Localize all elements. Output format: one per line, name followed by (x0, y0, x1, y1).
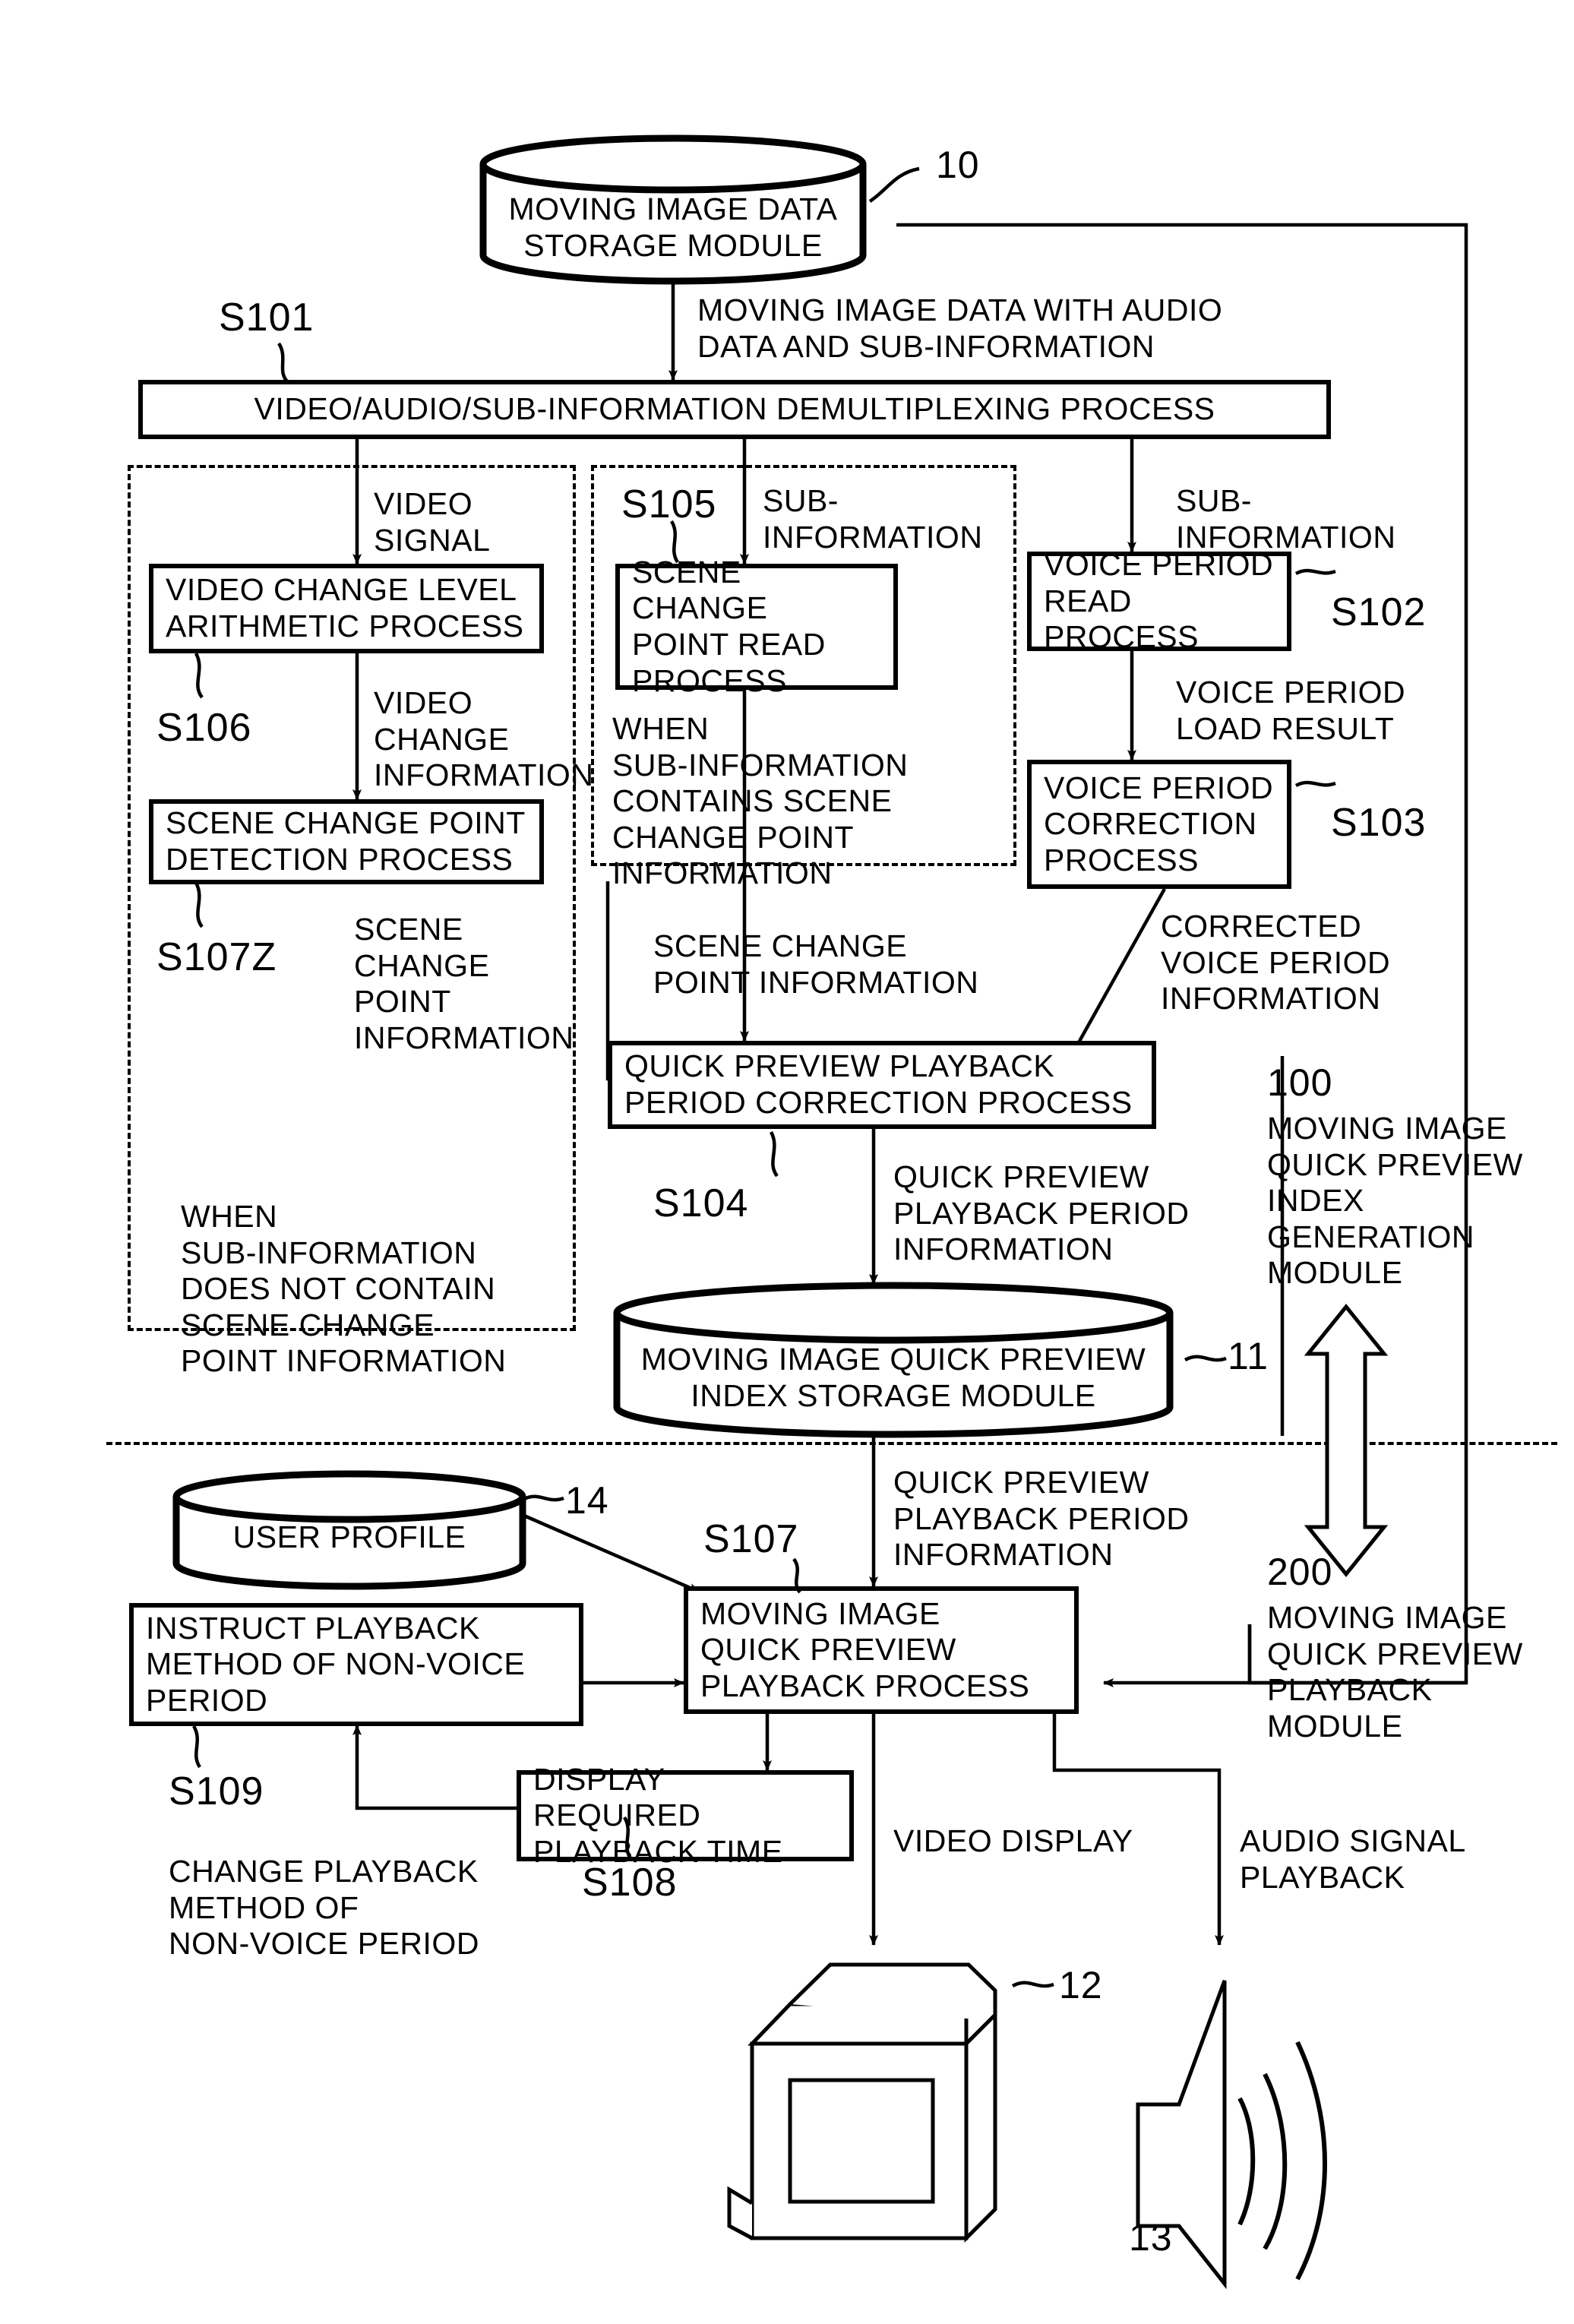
patent-figure: MOVING IMAGE DATA STORAGE MODULE 10 MOVI… (0, 0, 1574, 2324)
step-label-s106: S106 (156, 706, 252, 750)
process-box-scene-change-read[interactable]: SCENE CHANGE POINT READ PROCESS (615, 555, 898, 698)
ref-number-11: 11 (1228, 1335, 1269, 1377)
edge-label-moving-image-data: MOVING IMAGE DATA WITH AUDIO DATA AND SU… (697, 292, 1223, 364)
process-box-scene-change-detection[interactable]: SCENE CHANGE POINT DETECTION PROCESS (149, 799, 544, 884)
edge-label-audio-signal-playback: AUDIO SIGNAL PLAYBACK (1240, 1823, 1466, 1895)
edge-label-voice-period-load-result: VOICE PERIOD LOAD RESULT (1176, 675, 1406, 746)
process-box-demultiplexing-label: VIDEO/AUDIO/SUB-INFORMATION DEMULTIPLEXI… (254, 391, 1215, 427)
speaker-waves-icon (1237, 2041, 1327, 2281)
process-box-voice-period-read-label: VOICE PERIOD READ PROCESS (1044, 547, 1274, 655)
step-label-s103: S103 (1331, 801, 1427, 845)
process-box-display-required-time-label: DISPLAY REQUIRED PLAYBACK TIME (533, 1761, 783, 1869)
process-box-quick-preview-period-correction[interactable]: QUICK PREVIEW PLAYBACK PERIOD CORRECTION… (608, 1041, 1156, 1129)
edge-label-scene-change-point-info-left: SCENE CHANGE POINT INFORMATION (354, 912, 574, 1055)
edge-label-sub-information-mid: SUB- INFORMATION (763, 483, 983, 555)
edge-label-video-signal: VIDEO SIGNAL (374, 486, 491, 558)
process-box-voice-period-correction-label: VOICE PERIOD CORRECTION PROCESS (1044, 770, 1274, 877)
process-box-instruct-playback-method-label: INSTRUCT PLAYBACK METHOD OF NON-VOICE PE… (146, 1610, 526, 1718)
ref-number-13: 13 (1129, 2216, 1173, 2259)
ref-number-14: 14 (565, 1479, 609, 1522)
process-box-video-change-level[interactable]: VIDEO CHANGE LEVEL ARITHMETIC PROCESS (149, 564, 544, 653)
process-box-demultiplexing[interactable]: VIDEO/AUDIO/SUB-INFORMATION DEMULTIPLEXI… (138, 380, 1331, 439)
note-has-scene-change-info: WHEN SUB-INFORMATION CONTAINS SCENE CHAN… (612, 711, 909, 891)
note-no-scene-change-info: WHEN SUB-INFORMATION DOES NOT CONTAIN SC… (181, 1199, 507, 1379)
process-box-voice-period-read[interactable]: VOICE PERIOD READ PROCESS (1027, 547, 1291, 654)
process-box-quick-preview-playback[interactable]: MOVING IMAGE QUICK PREVIEW PLAYBACK PROC… (684, 1586, 1079, 1714)
storage-module-10-label: MOVING IMAGE DATA STORAGE MODULE (508, 191, 838, 263)
step-label-s109: S109 (169, 1769, 264, 1813)
edge-label-qpp-info-top: QUICK PREVIEW PLAYBACK PERIOD INFORMATIO… (893, 1159, 1190, 1267)
module-200-label: MOVING IMAGE QUICK PREVIEW PLAYBACK MODU… (1267, 1600, 1523, 1744)
storage-module-14-label: USER PROFILE (232, 1519, 466, 1554)
ref-number-12: 12 (1059, 1964, 1103, 2006)
storage-module-14: USER PROFILE (172, 1470, 527, 1590)
process-box-display-required-time[interactable]: DISPLAY REQUIRED PLAYBACK TIME (517, 1762, 854, 1869)
edge-label-video-display: VIDEO DISPLAY (893, 1823, 1133, 1858)
process-box-instruct-playback-method[interactable]: INSTRUCT PLAYBACK METHOD OF NON-VOICE PE… (129, 1603, 583, 1726)
step-label-s107: S107 (703, 1517, 799, 1561)
step-label-s101: S101 (219, 296, 314, 340)
process-box-quick-preview-period-correction-label: QUICK PREVIEW PLAYBACK PERIOD CORRECTION… (624, 1048, 1133, 1120)
module-divider (106, 1442, 1557, 1445)
monitor-display-icon (727, 1962, 997, 2243)
ref-number-10: 10 (936, 144, 980, 186)
storage-module-11-label: MOVING IMAGE QUICK PREVIEW INDEX STORAGE… (640, 1342, 1146, 1413)
edge-label-corrected-voice-period-info: CORRECTED VOICE PERIOD INFORMATION (1161, 909, 1391, 1017)
module-100-ref: 100 (1267, 1061, 1333, 1104)
storage-module-10: MOVING IMAGE DATA STORAGE MODULE (479, 134, 868, 285)
storage-module-11: MOVING IMAGE QUICK PREVIEW INDEX STORAGE… (612, 1282, 1174, 1438)
process-box-scene-change-detection-label: SCENE CHANGE POINT DETECTION PROCESS (166, 805, 526, 877)
step-label-s105: S105 (621, 482, 717, 526)
step-label-s107z: S107Z (156, 935, 277, 979)
step-label-s104: S104 (653, 1181, 749, 1225)
edge-label-sub-information-right: SUB- INFORMATION (1176, 483, 1396, 555)
module-100-label: MOVING IMAGE QUICK PREVIEW INDEX GENERAT… (1267, 1111, 1523, 1291)
module-link-double-arrow (1304, 1304, 1389, 1577)
process-box-voice-period-correction[interactable]: VOICE PERIOD CORRECTION PROCESS (1027, 760, 1291, 889)
edge-label-scene-change-point-info-mid: SCENE CHANGE POINT INFORMATION (653, 928, 979, 1000)
process-box-quick-preview-playback-label: MOVING IMAGE QUICK PREVIEW PLAYBACK PROC… (700, 1595, 1030, 1703)
edge-label-qpp-info-bottom: QUICK PREVIEW PLAYBACK PERIOD INFORMATIO… (893, 1465, 1190, 1573)
edge-label-video-change-info: VIDEO CHANGE INFORMATION (374, 685, 594, 793)
step-label-s102: S102 (1331, 590, 1427, 634)
module-200-ref: 200 (1267, 1551, 1333, 1593)
process-box-scene-change-read-label: SCENE CHANGE POINT READ PROCESS (632, 554, 826, 698)
process-box-video-change-level-label: VIDEO CHANGE LEVEL ARITHMETIC PROCESS (166, 572, 524, 643)
note-change-playback-method: CHANGE PLAYBACK METHOD OF NON-VOICE PERI… (169, 1854, 479, 1962)
step-label-s108: S108 (582, 1861, 678, 1905)
